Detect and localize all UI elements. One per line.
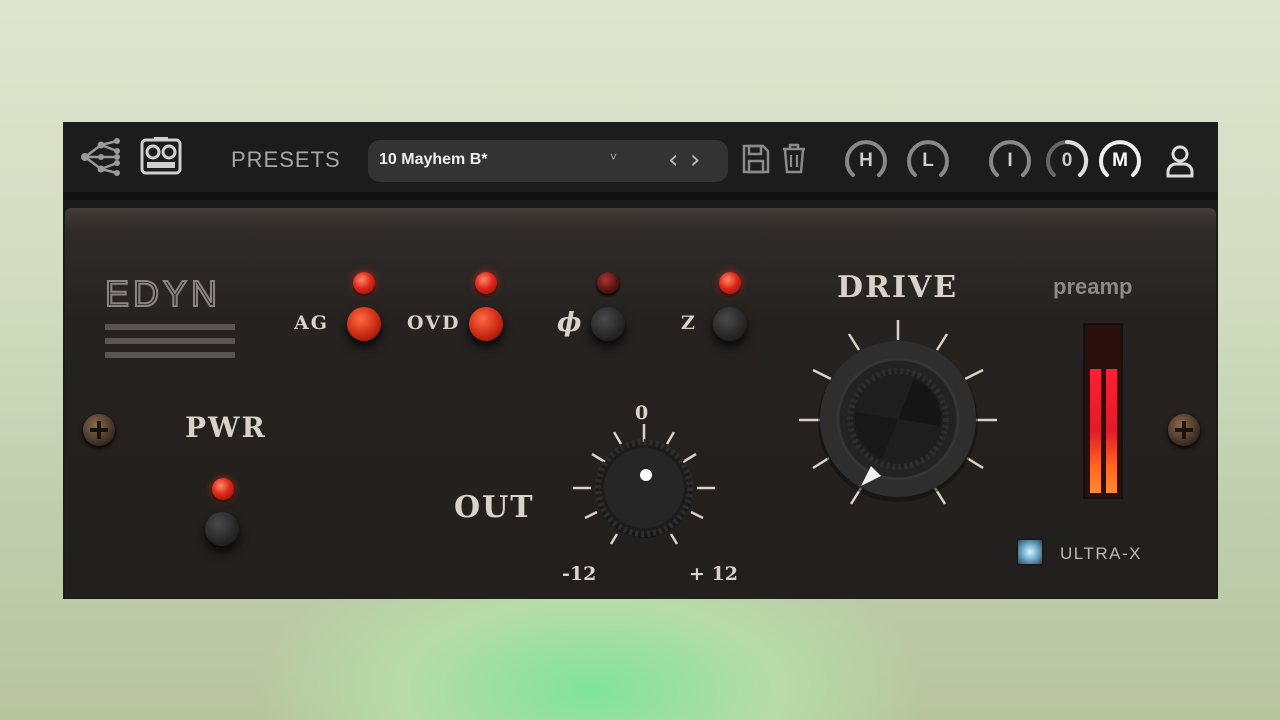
ultrax-toggle[interactable] <box>1016 538 1044 566</box>
pwr-button[interactable] <box>205 512 239 546</box>
ag-button[interactable] <box>347 307 381 341</box>
h-button-label: H <box>859 150 873 171</box>
out-scale-top: 0 <box>635 402 649 424</box>
ovd-led <box>475 272 497 294</box>
edyn-lines-icon: EDYN <box>104 272 235 358</box>
preamp-panel: EDYN PWR AG OVD ϕ Z OUT 0 -12 + 12 DRIVE… <box>65 208 1216 599</box>
preset-name[interactable]: 10 Mayhem B* <box>379 151 488 169</box>
z-button[interactable] <box>713 307 747 341</box>
ultrax-label: ULTRA-X <box>1060 544 1142 563</box>
tape-machine-icon[interactable] <box>140 136 182 176</box>
plugin-window: PRESETS 10 Mayhem B* ˅ ‹ › H L I 0 M EDY… <box>63 122 1218 599</box>
ag-label: AG <box>294 312 329 334</box>
out-label: OUT <box>454 490 535 525</box>
toolbar: PRESETS 10 Mayhem B* ˅ ‹ › H L I 0 M <box>63 122 1218 200</box>
user-icon[interactable] <box>1165 144 1195 178</box>
phase-label: ϕ <box>557 308 584 338</box>
edyn-logo: EDYN <box>104 272 245 375</box>
zero-button-label: 0 <box>1061 150 1073 171</box>
l-button[interactable]: L <box>905 138 951 184</box>
h-button[interactable]: H <box>843 138 889 184</box>
phase-led <box>597 272 619 294</box>
drive-label: DRIVE <box>837 270 959 305</box>
share-icon[interactable] <box>79 137 125 177</box>
preamp-meter <box>1083 323 1123 499</box>
presets-label[interactable]: PRESETS <box>231 147 341 173</box>
meter-left-channel <box>1090 368 1101 493</box>
preset-selector[interactable]: 10 Mayhem B* ˅ ‹ › <box>368 140 728 182</box>
i-button-label: I <box>1007 150 1013 171</box>
out-knob[interactable] <box>565 422 725 572</box>
z-label: Z <box>681 312 697 334</box>
save-icon[interactable] <box>741 143 771 175</box>
trash-icon[interactable] <box>779 141 809 175</box>
z-led <box>719 272 741 294</box>
meter-right-channel <box>1106 368 1117 493</box>
m-button[interactable]: M <box>1097 138 1143 184</box>
preamp-label: preamp <box>1053 274 1133 299</box>
m-button-label: M <box>1112 150 1128 171</box>
previous-preset-button[interactable]: ‹ <box>668 145 678 175</box>
zero-button[interactable]: 0 <box>1044 138 1090 184</box>
ovd-label: OVD <box>407 312 461 334</box>
right-screw-icon <box>1168 414 1200 446</box>
out-knob-indicator <box>640 469 652 481</box>
logo-text: EDYN <box>105 274 221 314</box>
chevron-down-icon[interactable]: ˅ <box>610 150 617 164</box>
drive-knob[interactable] <box>793 316 1003 516</box>
l-button-label: L <box>922 150 934 171</box>
ag-led <box>353 272 375 294</box>
i-button[interactable]: I <box>987 138 1033 184</box>
ovd-button[interactable] <box>469 307 503 341</box>
phase-button[interactable] <box>591 307 625 341</box>
pwr-led <box>212 478 234 500</box>
pwr-label: PWR <box>185 411 267 444</box>
next-preset-button[interactable]: › <box>690 145 700 175</box>
left-screw-icon <box>83 414 115 446</box>
